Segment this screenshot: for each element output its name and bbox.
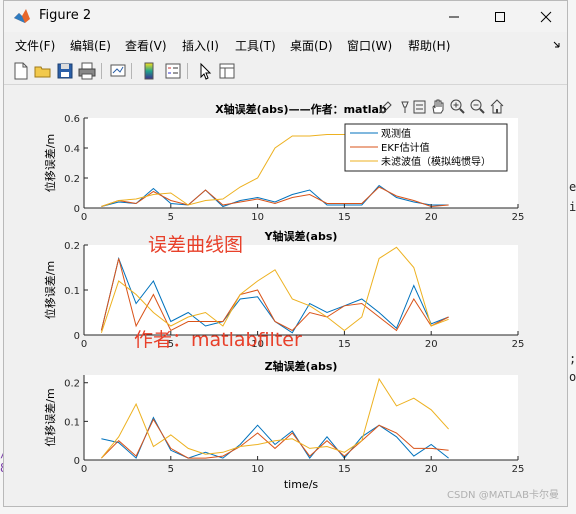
x-tick-label: 0 bbox=[81, 212, 87, 223]
plot-svg: X轴误差(abs)——作者：matlab 位移误差/m 0 5 10 15 20 25 0 0.2… bbox=[43, 99, 525, 491]
toolbar-separator bbox=[187, 63, 188, 79]
save-icon[interactable] bbox=[55, 61, 75, 81]
x-tick-label: 20 bbox=[425, 212, 438, 223]
pan-icon[interactable] bbox=[432, 99, 444, 114]
menu-desktop[interactable]: 桌面(D) bbox=[290, 37, 333, 54]
property-panel-icon[interactable] bbox=[413, 100, 426, 114]
menu-insert[interactable]: 插入(I) bbox=[182, 37, 219, 54]
axes-title: X轴误差(abs)——作者：matlab bbox=[215, 102, 387, 116]
link-plot-icon[interactable] bbox=[108, 61, 128, 81]
menu-file[interactable]: 文件(F) bbox=[15, 37, 55, 54]
insert-legend-icon[interactable] bbox=[163, 61, 183, 81]
x-axis-label: time/s bbox=[284, 478, 319, 491]
y-tick-label: 0.2 bbox=[64, 241, 80, 252]
legend-entry: 观测值 bbox=[381, 127, 411, 140]
x-tick-label: 15 bbox=[338, 212, 351, 223]
x-tick-label: 20 bbox=[425, 464, 438, 475]
legend-entry: 未滤波值（模拟纯惯导） bbox=[381, 155, 491, 168]
x-tick-label: 5 bbox=[168, 212, 174, 223]
y-axis-label: 位移误差/m bbox=[43, 261, 57, 319]
title-bar[interactable]: Figure 2 bbox=[4, 1, 567, 32]
close-button[interactable] bbox=[523, 1, 569, 32]
menu-bar: 文件(F) 编辑(E) 查看(V) 插入(I) 工具(T) 桌面(D) 窗口(W… bbox=[4, 32, 567, 57]
matlab-app-icon bbox=[14, 9, 30, 23]
background-char: o bbox=[569, 370, 576, 384]
background-char: ; bbox=[569, 352, 576, 366]
watermark-author: 作者：matlabfilter bbox=[134, 329, 302, 351]
watermark-curve-title: 误差曲线图 bbox=[148, 234, 244, 256]
close-icon bbox=[540, 11, 552, 22]
minimize-icon bbox=[449, 16, 459, 17]
plot-area bbox=[84, 375, 518, 460]
insert-colorbar-icon[interactable] bbox=[139, 61, 159, 81]
y-tick-label: 0.1 bbox=[64, 417, 80, 428]
figure-canvas: X轴误差(abs)——作者：matlab 位移误差/m 0 5 10 15 20 25 0 0.2… bbox=[7, 85, 565, 505]
data-cursor-icon[interactable] bbox=[401, 101, 409, 113]
menu-view[interactable]: 查看(V) bbox=[125, 37, 167, 54]
x-error-axes[interactable]: X轴误差(abs)——作者：matlab 位移误差/m 0 5 10 15 20 25 0 0.2… bbox=[43, 102, 524, 223]
background-char: e bbox=[569, 180, 576, 194]
window-title: Figure 2 bbox=[39, 8, 92, 23]
y-tick-label: 0 bbox=[74, 204, 80, 215]
home-icon[interactable] bbox=[490, 99, 504, 114]
y-axis-label: 位移误差/m bbox=[43, 134, 57, 192]
y-tick-label: 0.6 bbox=[64, 114, 80, 125]
menu-tools[interactable]: 工具(T) bbox=[235, 37, 276, 54]
background-char: i bbox=[569, 200, 576, 214]
print-icon[interactable] bbox=[77, 61, 97, 81]
maximize-icon bbox=[495, 11, 505, 22]
figure-window: Figure 2 文件(F) 编辑(E) 查看(V) 插入(I) 工具(T) 桌… bbox=[3, 0, 568, 507]
x-tick-label: 10 bbox=[251, 464, 264, 475]
menu-help[interactable]: 帮助(H) bbox=[408, 37, 450, 54]
minimize-button[interactable] bbox=[431, 1, 477, 32]
x-tick-label: 25 bbox=[512, 212, 525, 223]
y-axis-label: 位移误差/m bbox=[43, 388, 57, 446]
edit-plot-icon[interactable] bbox=[195, 61, 215, 81]
axes-title: Y轴误差(abs) bbox=[264, 229, 338, 243]
legend-entry: EKF估计值 bbox=[381, 141, 430, 154]
dock-arrow-icon[interactable] bbox=[553, 39, 563, 49]
figure-toolbar bbox=[4, 58, 567, 85]
x-tick-label: 25 bbox=[512, 464, 525, 475]
y-tick-label: 0.1 bbox=[64, 286, 80, 297]
new-figure-icon[interactable] bbox=[11, 61, 31, 81]
axes-title: Z轴误差(abs) bbox=[265, 359, 338, 373]
x-tick-label: 20 bbox=[425, 339, 438, 350]
toolbar-separator bbox=[101, 63, 102, 79]
axes-toolbar bbox=[378, 99, 504, 114]
x-tick-label: 25 bbox=[512, 339, 525, 350]
watermark-csdn: CSDN @MATLAB卡尔曼 bbox=[447, 490, 559, 501]
property-inspector-icon[interactable] bbox=[217, 61, 237, 81]
open-file-icon[interactable] bbox=[33, 61, 53, 81]
x-tick-label: 10 bbox=[251, 212, 264, 223]
x-tick-label: 0 bbox=[81, 464, 87, 475]
toolbar-separator bbox=[131, 63, 132, 79]
y-tick-label: 0.2 bbox=[64, 379, 80, 390]
y-tick-label: 0 bbox=[74, 331, 80, 342]
x-tick-label: 15 bbox=[338, 339, 351, 350]
zoom-out-icon[interactable] bbox=[470, 99, 485, 114]
x-tick-label: 0 bbox=[81, 339, 87, 350]
menu-window[interactable]: 窗口(W) bbox=[347, 37, 392, 54]
z-error-axes[interactable]: Z轴误差(abs) 位移误差/m time/s 0 5 10 15 20 25 0 0.1 0.2 bbox=[43, 359, 524, 491]
zoom-in-icon[interactable] bbox=[450, 99, 465, 114]
y-tick-label: 0.2 bbox=[64, 174, 80, 185]
menu-edit[interactable]: 编辑(E) bbox=[70, 37, 111, 54]
x-tick-label: 5 bbox=[168, 464, 174, 475]
x-tick-label: 15 bbox=[338, 464, 351, 475]
maximize-button[interactable] bbox=[477, 1, 523, 32]
y-tick-label: 0 bbox=[74, 456, 80, 467]
y-tick-label: 0.4 bbox=[64, 144, 80, 155]
